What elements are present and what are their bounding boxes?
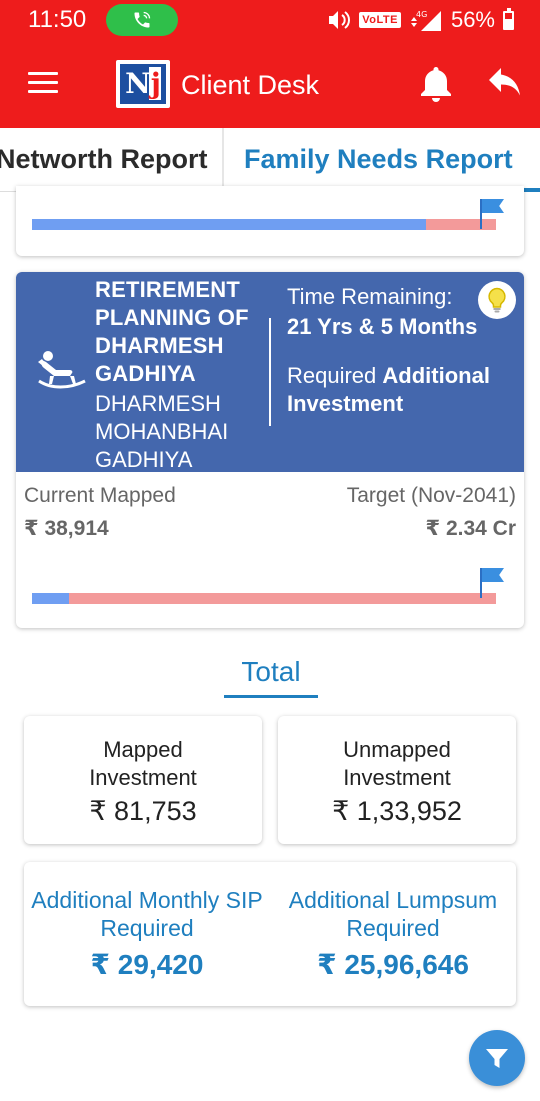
required-investment-text: Required Additional Investment [287,362,517,418]
goal-progress-bar [32,593,496,604]
total-heading: Total [241,656,301,687]
mapped-investment-label: Mapped Investment [89,737,197,790]
additional-required-card[interactable]: Additional Monthly SIP Required ₹ 29,420… [24,862,516,1006]
status-bar: 11:50 VoLTE 4G 56% [0,0,540,40]
app-bar: Nj Client Desk [0,40,540,128]
progress-remaining [69,593,496,604]
goal-card-header: RETIREMENT PLANNING OF DHARMESH GADHIYA … [16,272,524,472]
nj-logo: Nj [116,60,170,108]
tab-divider [222,128,224,192]
current-mapped-value: ₹ 38,914 [24,517,109,540]
goal-member-name: DHARMESH MOHANBHAI GADHIYA [95,391,229,472]
target-flag-icon [480,568,506,598]
report-tabs: Networth Report Family Needs Report [0,128,540,192]
bell-icon[interactable] [418,64,454,104]
target-flag-icon [480,199,506,229]
signal-label: 4G [416,10,427,19]
volume-icon [329,11,351,29]
target-label: Target (Nov-2041) [346,484,516,507]
menu-icon[interactable] [28,72,58,94]
app-title: Client Desk [181,70,320,100]
filter-button[interactable] [469,1030,525,1086]
volte-badge: VoLTE [359,12,401,28]
additional-lumpsum-value: ₹ 25,96,646 [317,949,469,980]
back-icon[interactable] [486,62,526,106]
signal-icon: 4G [410,10,441,31]
progress-mapped [32,593,69,604]
unmapped-investment-card[interactable]: Unmapped Investment ₹ 1,33,952 [278,716,516,844]
tab-networth-report[interactable]: Networth Report [0,144,208,175]
additional-lumpsum-label: Additional Lumpsum Required [288,887,498,941]
additional-sip-label: Additional Monthly SIP Required [31,887,263,941]
mapped-investment-value: ₹ 81,753 [89,796,197,826]
additional-lumpsum-section: Additional Lumpsum Required ₹ 25,96,646 [270,886,516,981]
battery-icon [503,7,514,30]
time-remaining-label: Time Remaining: [287,284,453,309]
goal-title: RETIREMENT PLANNING OF DHARMESH GADHIYA [95,277,249,386]
required-prefix: Required [287,363,377,388]
target-value: ₹ 2.34 Cr [425,517,517,540]
unmapped-investment-value: ₹ 1,33,952 [332,796,462,826]
retirement-rocking-chair-icon [38,351,86,389]
phone-icon [134,11,151,28]
mapped-investment-card[interactable]: Mapped Investment ₹ 81,753 [24,716,262,844]
filter-icon [486,1049,508,1068]
unmapped-investment-label: Unmapped Investment [343,737,451,790]
status-time: 11:50 [28,6,87,33]
additional-sip-section: Additional Monthly SIP Required ₹ 29,420 [24,886,270,981]
current-mapped-label: Current Mapped [24,484,176,507]
ongoing-call-indicator[interactable] [106,4,178,36]
goal-card-retirement[interactable]: RETIREMENT PLANNING OF DHARMESH GADHIYA … [16,272,524,628]
time-remaining-value: 21 Yrs & 5 Months [287,314,478,339]
battery-percent: 56% [450,7,495,32]
goal-card-previous[interactable] [16,186,524,256]
additional-sip-value: ₹ 29,420 [90,949,204,980]
goal-progress-bar [32,219,496,230]
total-underline [224,695,318,698]
header-divider [269,318,271,426]
tab-family-needs-report[interactable]: Family Needs Report [244,144,513,175]
progress-mapped [32,219,426,230]
lightbulb-icon[interactable] [478,281,516,319]
status-icons: VoLTE 4G 56% [327,6,514,34]
